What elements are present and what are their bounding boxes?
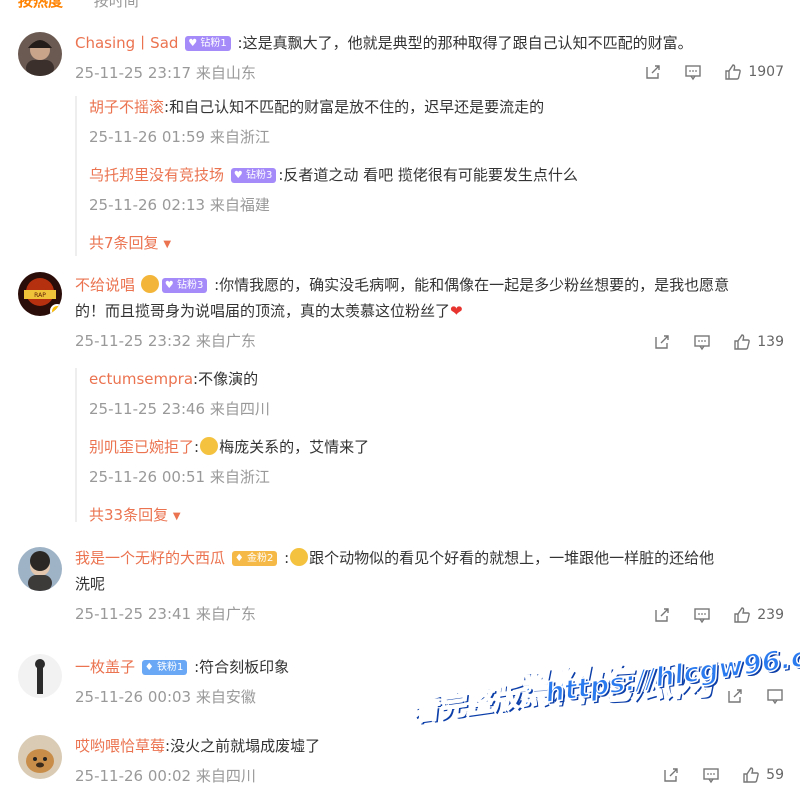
timestamp: 25-11-26 00:02 来自四川 (75, 767, 256, 785)
reply-username[interactable]: 乌托邦里没有竞技场 (89, 166, 224, 184)
like-count: 1907 (748, 64, 784, 80)
reply-list: 胡子不摇滚:和自己认知不匹配的财富是放不住的，迟早还是要流走的 25-11-26… (75, 96, 780, 256)
action-bar: 59 (640, 765, 784, 785)
reply-username[interactable]: 别叽歪已婉拒了 (89, 438, 194, 456)
comment-icon[interactable] (693, 606, 711, 624)
reply-timestamp: 25-11-25 23:46 来自四川 (89, 400, 270, 418)
username[interactable]: 一枚盖子 (75, 658, 135, 676)
sort-time-tab[interactable]: 按时间 (94, 0, 139, 10)
avatar[interactable] (18, 32, 62, 76)
comment-body: :你情我愿的，确实没毛病啊，能和偶像在一起是多少粉丝想要的，是我也愿意 (214, 276, 730, 294)
comment-icon[interactable] (702, 766, 720, 784)
reply-body: :反者道之动 看吧 揽佬很有可能要发生点什么 (278, 166, 578, 184)
action-bar: 139 (631, 332, 784, 352)
comment-text-cont: 的！而且揽哥身为说唱届的顶流，真的太羡慕这位粉丝了❤ (75, 298, 780, 324)
reply-item: ectumsempra:不像演的 25-11-25 23:46 来自四川 (89, 368, 780, 436)
comment-icon[interactable] (766, 687, 784, 705)
timestamp: 25-11-26 00:03 来自安徽 (75, 688, 256, 706)
thumbs-up-icon (725, 64, 742, 80)
like-count: 59 (766, 767, 784, 783)
username[interactable]: 不给说唱 (75, 276, 135, 294)
fan-badge: ♥ 钻粉3 (161, 278, 208, 293)
share-icon[interactable] (653, 333, 671, 351)
username[interactable]: 哎哟喂恰草莓 (75, 737, 165, 755)
share-icon[interactable] (726, 687, 744, 705)
comment-text: 不给说唱 ♥ 钻粉3 :你情我愿的，确实没毛病啊，能和偶像在一起是多少粉丝想要的… (75, 272, 780, 298)
avatar[interactable]: RAP (18, 272, 62, 316)
reply-timestamp: 25-11-26 00:51 来自浙江 (89, 468, 270, 486)
like-button[interactable]: 139 (733, 333, 784, 351)
action-bar: 1907 (622, 62, 784, 82)
more-replies-link[interactable]: 共33条回复 ▼ (89, 504, 780, 525)
comment-body: :这是真飘大了，他就是典型的那种取得了跟自己认知不匹配的财富。 (237, 34, 693, 52)
reply-timestamp: 25-11-26 01:59 来自浙江 (89, 128, 270, 146)
avatar[interactable] (18, 547, 62, 591)
reply-item: 胡子不摇滚:和自己认知不匹配的财富是放不住的，迟早还是要流走的 25-11-26… (89, 96, 780, 164)
verified-icon (50, 304, 62, 316)
action-bar (704, 686, 784, 706)
thumbs-up-icon (734, 334, 751, 350)
svg-text:RAP: RAP (34, 292, 46, 299)
comment-icon[interactable] (684, 63, 702, 81)
sort-bar: 按热度 按时间 (18, 0, 139, 10)
comment-body: 的！而且揽哥身为说唱届的顶流，真的太羡慕这位粉丝了 (75, 302, 451, 320)
reply-body: 梅庞关系的，艾情来了 (219, 438, 370, 456)
like-button[interactable]: 59 (742, 766, 784, 784)
comment-text: Chasing丨Sad ♥ 钻粉1 :这是真飘大了，他就是典型的那种取得了跟自己… (75, 30, 780, 56)
share-icon[interactable] (644, 63, 662, 81)
fan-badge: ♥ 钻粉3 (230, 168, 277, 183)
comment-body: :没火之前就塌成废墟了 (165, 737, 321, 755)
fan-badge: ♦ 金粉2 (231, 551, 278, 566)
share-icon[interactable] (653, 606, 671, 624)
comment-text: 哎哟喂恰草莓:没火之前就塌成废墟了 (75, 733, 780, 759)
shy-emoji-icon (290, 548, 309, 566)
timestamp: 25-11-25 23:17 来自山东 (75, 64, 256, 82)
reply-username[interactable]: ectumsempra (89, 370, 193, 388)
reply-item: 别叽歪已婉拒了: 梅庞关系的，艾情来了 25-11-26 00:51 来自浙江 (89, 436, 780, 504)
more-replies-link[interactable]: 共7条回复 ▼ (89, 232, 780, 253)
like-button[interactable]: 239 (733, 606, 784, 624)
like-count: 239 (757, 607, 784, 623)
reply-username[interactable]: 胡子不摇滚 (89, 98, 164, 116)
fan-badge: ♦ 铁粉1 (141, 660, 188, 675)
comment-icon[interactable] (693, 333, 711, 351)
red-heart-icon: ❤ (450, 302, 463, 320)
sort-hot-tab[interactable]: 按热度 (18, 0, 63, 10)
username[interactable]: 我是一个无籽的大西瓜 (75, 549, 225, 567)
avatar[interactable] (18, 654, 62, 698)
timestamp: 25-11-25 23:32 来自广东 (75, 332, 256, 350)
fan-badge: ♥ 钻粉1 (185, 36, 231, 51)
like-button[interactable]: 1907 (724, 63, 784, 81)
laughing-emoji-icon (200, 437, 219, 455)
share-icon[interactable] (662, 766, 680, 784)
avatar[interactable] (18, 735, 62, 779)
comment-body: 洗呢 (75, 575, 106, 593)
username[interactable]: Chasing丨Sad (75, 34, 178, 52)
reply-list: ectumsempra:不像演的 25-11-25 23:46 来自四川 别叽歪… (75, 368, 780, 525)
comment-body: :符合刻板印象 (194, 658, 290, 676)
face-emoji-icon (140, 275, 159, 293)
comment-body: 跟个动物似的看见个好看的就想上，一堆跟他一样脏的还给他 (309, 549, 715, 567)
caret-down-icon: ▼ (172, 511, 181, 522)
timestamp: 25-11-25 23:41 来自广东 (75, 605, 256, 623)
comment-text-cont: 洗呢 (75, 571, 780, 597)
reply-timestamp: 25-11-26 02:13 来自福建 (89, 196, 270, 214)
comment-text: 我是一个无籽的大西瓜 ♦ 金粉2 : 跟个动物似的看见个好看的就想上，一堆跟他一样… (75, 548, 715, 567)
thumbs-up-icon (743, 767, 759, 783)
reply-item: 乌托邦里没有竞技场 ♥ 钻粉3:反者道之动 看吧 揽佬很有可能要发生点什么 25… (89, 164, 780, 232)
like-count: 139 (757, 334, 784, 350)
reply-body: :不像演的 (193, 370, 259, 388)
action-bar: 239 (631, 605, 784, 625)
caret-down-icon: ▼ (163, 239, 172, 250)
reply-body: :和自己认知不匹配的财富是放不住的，迟早还是要流走的 (164, 98, 545, 116)
thumbs-up-icon (734, 607, 751, 623)
